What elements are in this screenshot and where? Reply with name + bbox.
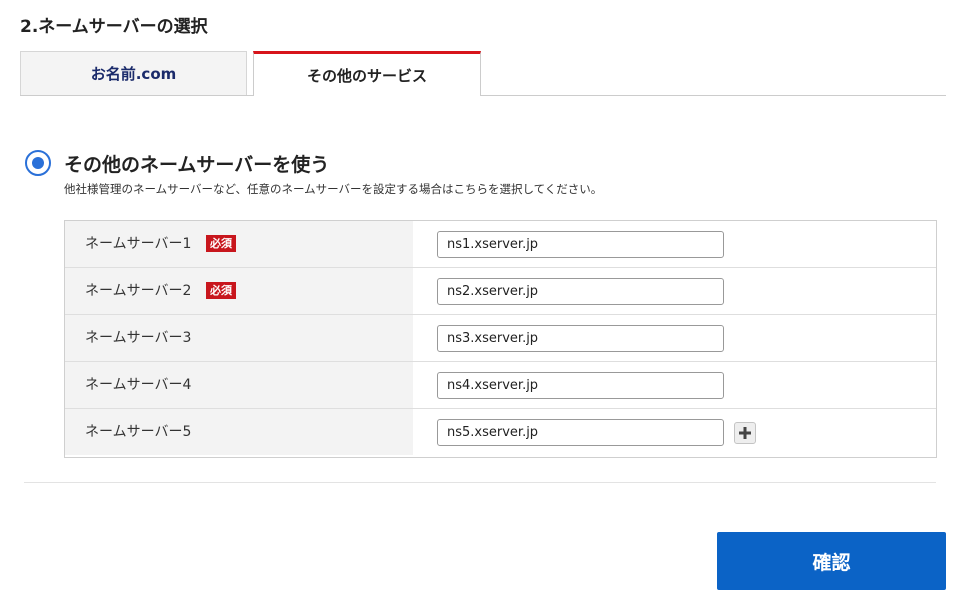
label-cell: ネームサーバー5 xyxy=(65,409,413,455)
other-nameserver-radio[interactable] xyxy=(25,150,51,176)
nameserver-label: ネームサーバー5 xyxy=(85,424,192,440)
required-badge: 必須 xyxy=(206,235,236,252)
section-title: 2.ネームサーバーの選択 xyxy=(20,17,208,37)
nameserver1-input[interactable] xyxy=(437,231,724,258)
tabs-baseline xyxy=(20,95,946,96)
option-description: 他社様管理のネームサーバーなど、任意のネームサーバーを設定する場合はこちらを選択… xyxy=(64,182,603,196)
nameserver2-input[interactable] xyxy=(437,278,724,305)
label-cell: ネームサーバー4 xyxy=(65,362,413,408)
add-nameserver-button[interactable] xyxy=(734,422,756,444)
nameserver3-input[interactable] xyxy=(437,325,724,352)
nameserver-label: ネームサーバー1 xyxy=(85,236,192,252)
nameserver-label: ネームサーバー4 xyxy=(85,377,192,393)
option-title: その他のネームサーバーを使う xyxy=(64,154,330,176)
table-row: ネームサーバー3 xyxy=(65,315,936,362)
label-cell: ネームサーバー3 xyxy=(65,315,413,361)
label-cell: ネームサーバー2 必須 xyxy=(65,268,413,314)
nameserver-label: ネームサーバー2 xyxy=(85,283,192,299)
table-row: ネームサーバー2 必須 xyxy=(65,268,936,315)
nameserver-label: ネームサーバー3 xyxy=(85,330,192,346)
required-badge: 必須 xyxy=(206,282,236,299)
table-row: ネームサーバー5 xyxy=(65,409,936,455)
tab-onamae[interactable]: お名前.com xyxy=(20,51,247,95)
nameserver5-input[interactable] xyxy=(437,419,724,446)
plus-icon xyxy=(739,427,751,439)
confirm-button[interactable]: 確認 xyxy=(717,532,946,590)
table-row: ネームサーバー1 必須 xyxy=(65,221,936,268)
table-row: ネームサーバー4 xyxy=(65,362,936,409)
divider xyxy=(24,482,936,483)
nameserver-table: ネームサーバー1 必須 ネームサーバー2 必須 ネームサーバー3 ネームサーバー… xyxy=(64,220,937,458)
nameserver4-input[interactable] xyxy=(437,372,724,399)
radio-selected-dot xyxy=(32,157,44,169)
tab-other-services[interactable]: その他のサービス xyxy=(253,51,481,96)
label-cell: ネームサーバー1 必須 xyxy=(65,221,413,267)
